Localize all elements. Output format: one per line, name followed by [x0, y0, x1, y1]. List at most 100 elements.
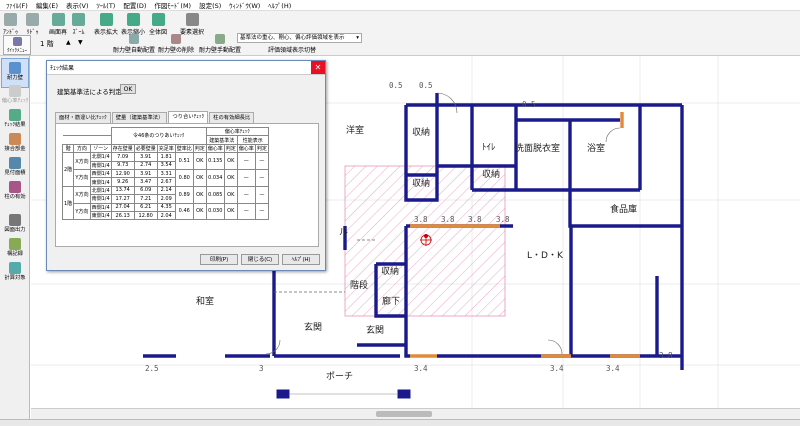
col-header: 判定	[223, 143, 238, 154]
col-header: 存在壁量	[110, 143, 135, 154]
chevron-down-icon: ▾	[356, 35, 359, 41]
col-header: 充足率	[156, 143, 176, 154]
table-row: Y方向 西側1/4 27.04 6.21 4.35 0.46 OK 0.030 OK — —	[63, 202, 269, 221]
col-header: 判定	[192, 143, 207, 154]
zoom-button[interactable]: ｽﾞｰﾑ	[72, 13, 85, 36]
dim-label: 3.8	[441, 215, 455, 224]
table-cell: 3.91	[133, 152, 158, 162]
menu-place[interactable]: 配置(D)	[119, 0, 150, 10]
menu-file[interactable]: ﾌｧｲﾙ(F)	[2, 0, 32, 10]
help-button[interactable]: ﾍﾙﾌﾟ(H)	[282, 254, 320, 265]
room-washitsu: 和室	[196, 295, 214, 307]
redraw-button[interactable]: 画面再	[49, 13, 67, 36]
undo-button[interactable]: ｱﾝﾄﾞｩ	[3, 13, 18, 36]
check-result-dialog: ﾁｪｯｸ結果 ✕ 建築基準法による判定 OK 面材・筋違い比ﾁｪｯｸ 壁量（建築…	[46, 60, 326, 271]
table-cell: —	[236, 152, 256, 170]
zoom-out-button[interactable]: 表示縮小	[121, 13, 145, 36]
menu-view[interactable]: 表示(V)	[62, 0, 93, 10]
menu-edit[interactable]: 編集(E)	[32, 0, 62, 10]
bearing-auto-button[interactable]: 耐力壁自動配置	[113, 34, 155, 54]
table-cell: OK	[192, 202, 207, 221]
table-cell: 9.73	[110, 160, 135, 170]
col-header: 壁率比	[174, 143, 194, 154]
table-cell: 9.26	[110, 177, 135, 187]
check-icon	[9, 85, 21, 97]
table-cell: 2階	[61, 152, 75, 187]
table-cell: OK	[223, 185, 238, 204]
room-shuno-3: 収納	[412, 177, 430, 189]
table-cell: 0.135	[205, 152, 225, 170]
tab-column-slenderness[interactable]: 柱の有効細長比	[209, 112, 255, 123]
status-bar	[0, 419, 800, 426]
tab-balance-check[interactable]: つり合いﾁｪｯｸ	[168, 111, 209, 123]
left-item-calc-target[interactable]: 計算対象	[1, 259, 29, 289]
room-genkan-2: 玄関	[366, 324, 384, 336]
table-cell: 7.09	[110, 152, 135, 162]
horizontal-scrollbar[interactable]	[31, 408, 800, 419]
up-arrow-icon[interactable]: ▲	[66, 39, 71, 46]
table-cell: —	[254, 202, 269, 221]
menu-settings[interactable]: 設定(S)	[195, 0, 225, 10]
table-cell: 1階	[61, 185, 75, 221]
wall-auto-icon	[129, 34, 139, 44]
zoom-icon	[72, 13, 85, 26]
table-cell: 12.90	[110, 168, 135, 179]
down-arrow-icon[interactable]: ▼	[78, 39, 83, 46]
table-cell: —	[254, 168, 269, 187]
table-row: 2階 X方向 北側1/4 7.09 3.91 1.81 0.51 OK 0.135 OK — —	[61, 152, 269, 187]
menu-tool[interactable]: ﾂｰﾙ(T)	[93, 0, 120, 10]
table-cell: 1.81	[156, 152, 176, 162]
fit-all-icon	[151, 13, 165, 26]
dim-label: 3.8	[659, 351, 673, 360]
scroll-thumb[interactable]	[376, 411, 432, 417]
table-cell: 東側1/4	[89, 210, 112, 221]
table-cell: 西側1/4	[89, 202, 112, 212]
room-senmen: 洗面脱衣室	[515, 142, 560, 154]
law-judgement-result: OK	[120, 84, 136, 94]
zoom-out-icon	[126, 13, 140, 26]
dim-label: 3.4	[550, 364, 564, 373]
dialog-title-bar[interactable]: ﾁｪｯｸ結果	[47, 61, 325, 75]
display-switch-button[interactable]: 評価領域表示切替	[268, 45, 316, 54]
room-toilet: ﾄｲﾚ	[482, 143, 496, 153]
result-icon	[9, 109, 21, 121]
table-cell: —	[254, 152, 269, 170]
table-cell: 南側1/4	[89, 160, 112, 170]
col-header: 偏心率	[236, 143, 256, 154]
room-ru: ル	[339, 228, 348, 238]
tab-wall-amount[interactable]: 壁量（建築基準法）	[111, 112, 168, 123]
center-of-gravity-marker	[424, 234, 428, 238]
tab-panel-brace[interactable]: 面材・筋違い比ﾁｪｯｸ	[55, 112, 111, 123]
table-cell: 6.21	[133, 202, 158, 212]
redo-icon	[26, 13, 39, 26]
table-header-row: 階 方向 ゾーン 存在壁量 必要壁量 充足率 壁率比 判定 偏心率 判定 偏心率…	[61, 143, 269, 154]
table-cell: 東側1/4	[89, 177, 112, 187]
select-button[interactable]: 要素選択	[180, 13, 204, 36]
table-cell: OK	[192, 185, 207, 204]
print-button[interactable]: 印刷(P)	[200, 254, 238, 265]
fit-all-button[interactable]: 全体図	[149, 13, 167, 36]
zoom-in-button[interactable]: 表示拡大	[94, 13, 118, 36]
table-cell: 2.04	[156, 210, 176, 221]
bearing-delete-button[interactable]: 耐力壁の削除	[158, 34, 194, 54]
close-dialog-button[interactable]: 閉じる(C)	[241, 254, 279, 265]
display-mode-select[interactable]: 基準法の重心、剛心、偏心評価領域を表示 ▾	[237, 33, 362, 43]
redo-button[interactable]: ﾘﾄﾞｩ	[26, 13, 39, 36]
result-tabs: 面材・筋違い比ﾁｪｯｸ 壁量（建築基準法） つり合いﾁｪｯｸ 柱の有効細長比	[55, 111, 255, 123]
menu-drawmode[interactable]: 作図ﾓｰﾄﾞ(M)	[150, 0, 195, 10]
dim-label: 0.5	[419, 81, 433, 90]
table-cell: 4.35	[156, 202, 176, 212]
quick-menu-button[interactable]: ｸｲｯｸﾒﾆｭｰ	[3, 35, 31, 55]
check-table: 令46条のつりあいﾁｪｯｸ 偏心率ﾁｪｯｸ 建築基準法 性能表示 階 方向 ゾー…	[61, 126, 269, 221]
table-cell: 3.47	[133, 177, 158, 187]
close-button[interactable]: ✕	[311, 61, 325, 74]
floor-selector[interactable]: 1 階	[40, 39, 54, 49]
print-icon	[9, 214, 21, 226]
table-cell: 3.91	[133, 168, 158, 179]
menu-help[interactable]: ﾍﾙﾌﾟ(H)	[264, 0, 295, 10]
bearing-manual-button[interactable]: 耐力壁手動配置	[199, 34, 241, 54]
table-cell: 0.46	[174, 202, 194, 221]
dim-label: 3.8	[414, 215, 428, 224]
left-item-column[interactable]: 柱の有効	[1, 178, 29, 208]
menu-window[interactable]: ｳｨﾝﾄﾞｳ(W)	[225, 0, 264, 10]
